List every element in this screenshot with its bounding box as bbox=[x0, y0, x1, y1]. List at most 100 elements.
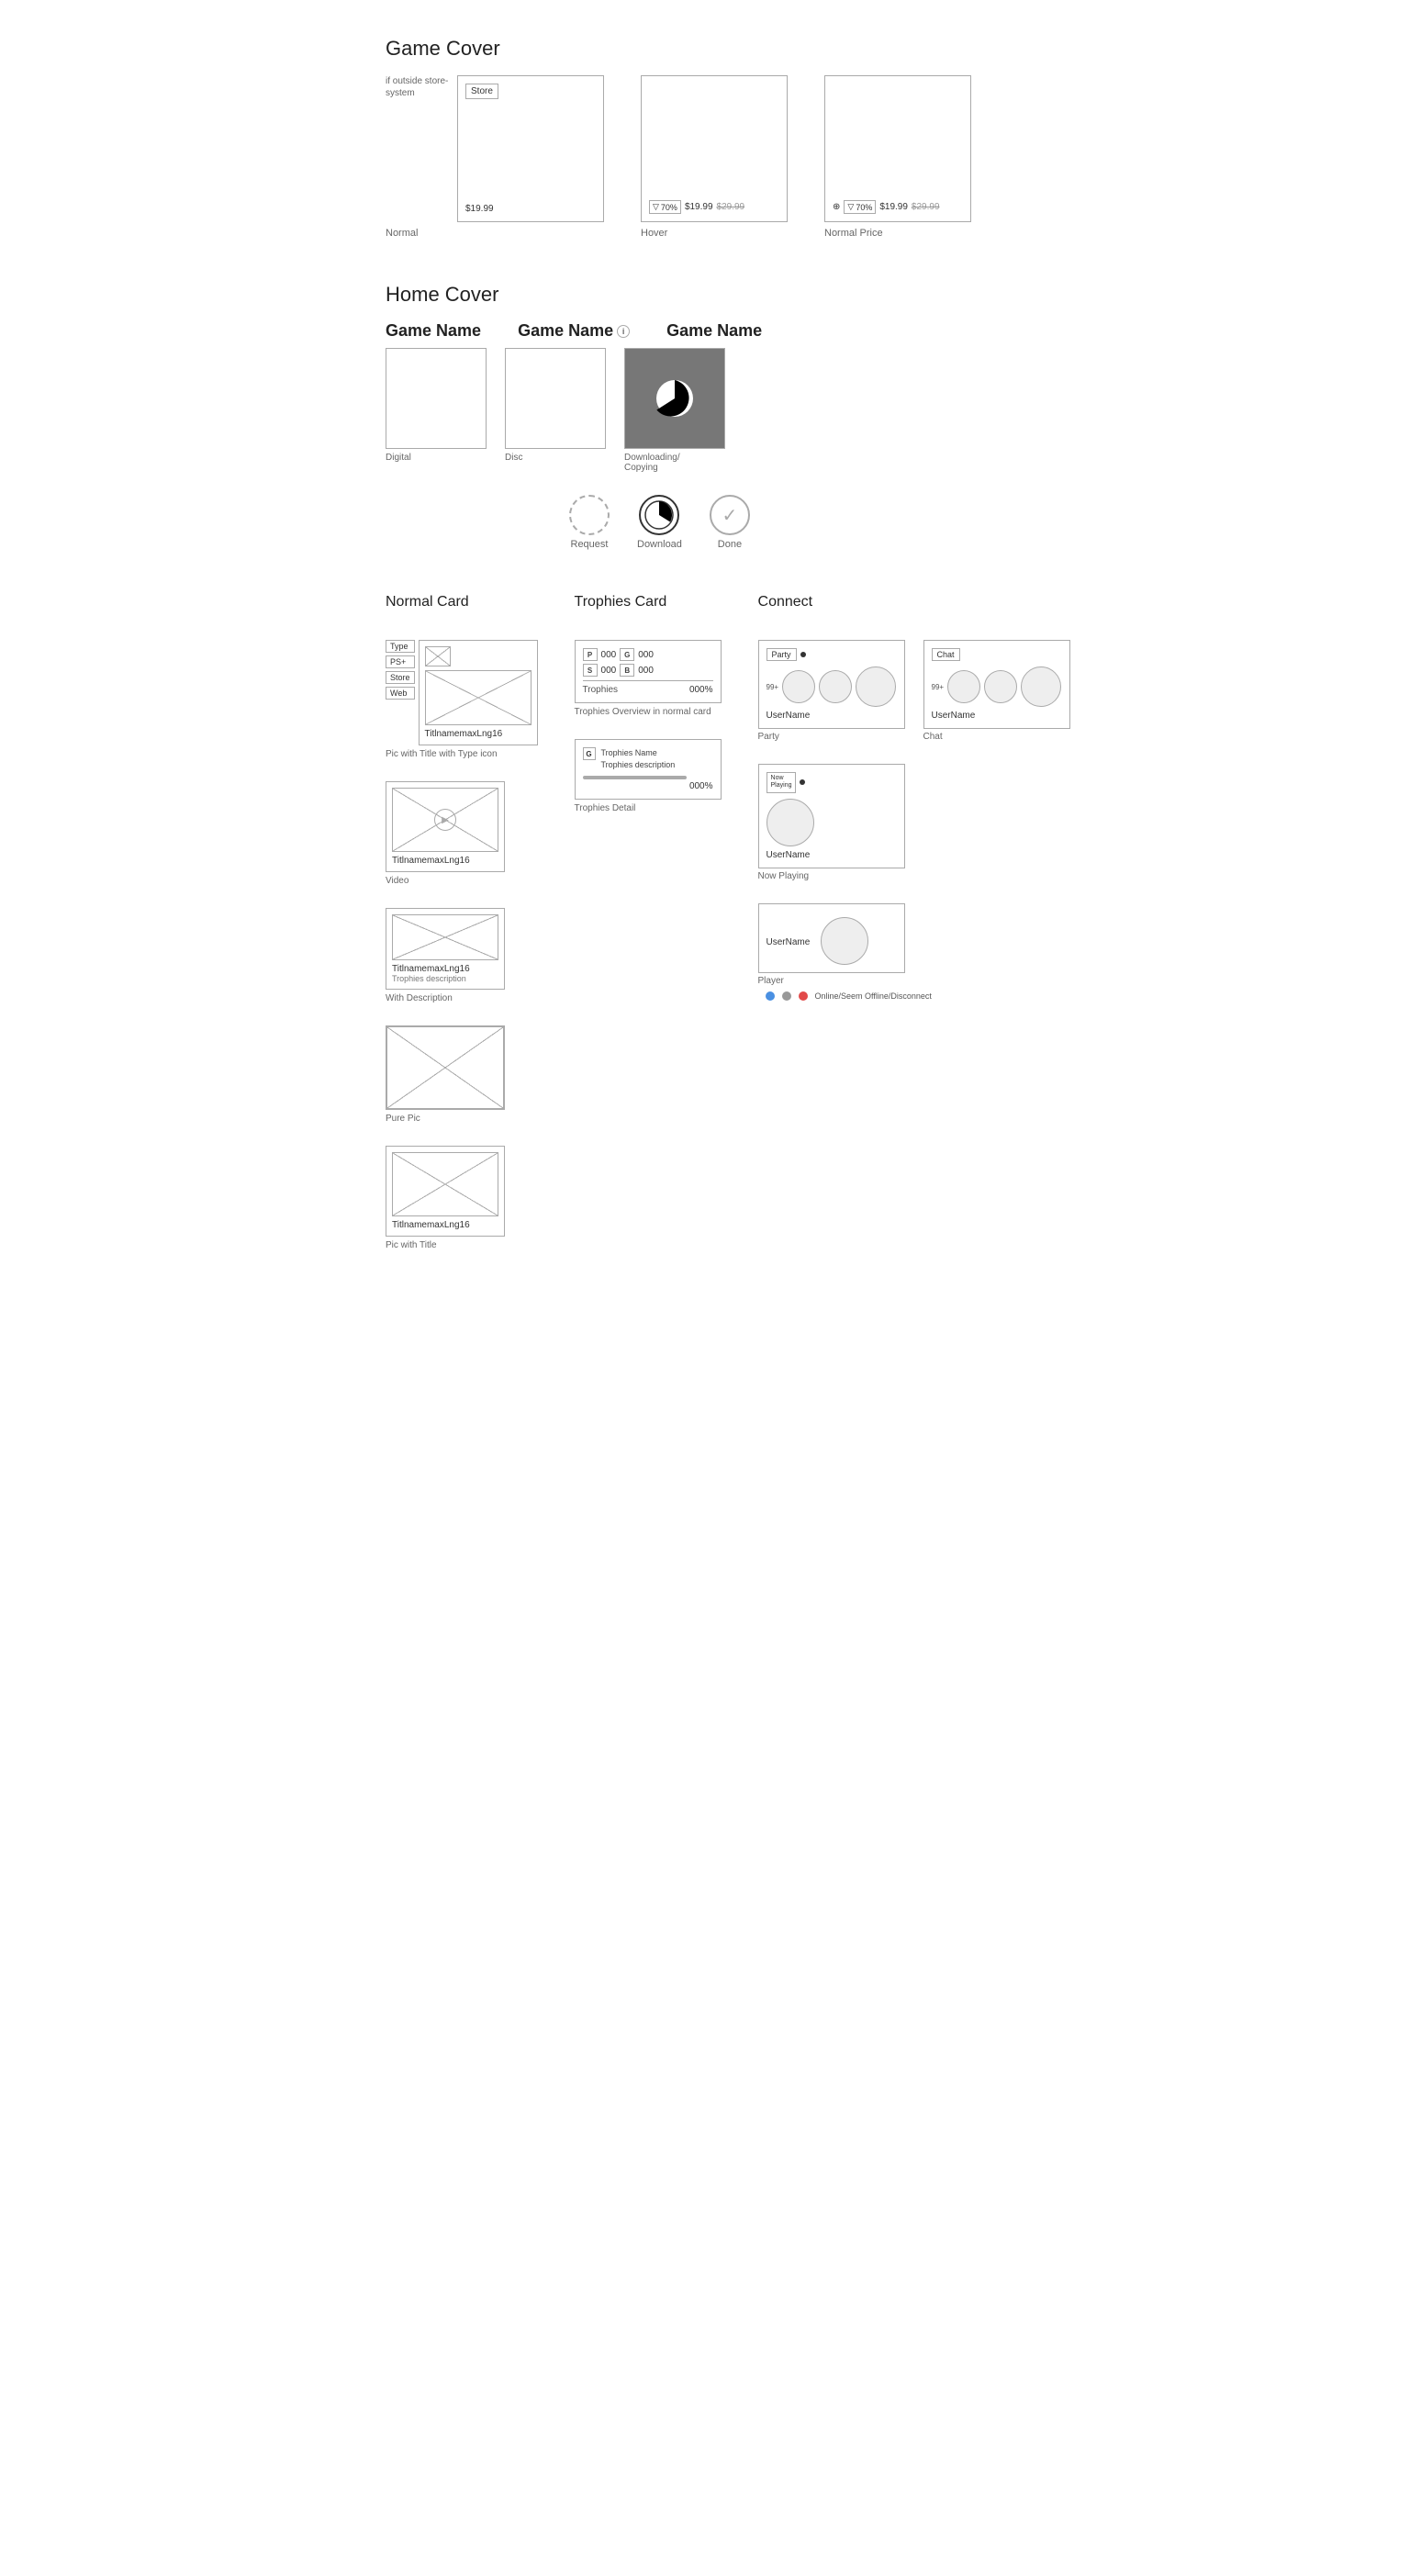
player-card: UserName bbox=[758, 903, 905, 973]
chat-count: 99+ bbox=[932, 683, 945, 691]
seem-offline-dot bbox=[782, 991, 791, 1001]
video-card-img: ▶ bbox=[392, 788, 498, 852]
video-title: TitlnamemaxLng16 bbox=[392, 856, 470, 866]
pic-title-card: TitlnamemaxLng16 bbox=[386, 1146, 505, 1237]
trophy-label: Trophies bbox=[583, 685, 619, 695]
type-labels: Type PS+ Store Web bbox=[386, 640, 415, 700]
card-title-row: TitlnamemaxLng16 bbox=[425, 729, 532, 739]
gift-icon: ⊕ bbox=[833, 202, 840, 212]
pic-title-img bbox=[392, 1152, 498, 1216]
now-playing-avatars bbox=[767, 799, 897, 846]
normal-price-caption: Normal Price bbox=[824, 228, 883, 239]
request-circle bbox=[569, 495, 610, 535]
chat-avatar-1 bbox=[947, 670, 980, 703]
trophy-sb-row: S 000 B 000 bbox=[583, 664, 713, 677]
party-dot bbox=[800, 652, 806, 657]
digital-group: Digital bbox=[386, 348, 487, 463]
connect-title: Connect bbox=[758, 594, 1070, 610]
play-button[interactable]: ▶ bbox=[434, 809, 456, 831]
hover-price-bar: ▽ 70% $19.99 $29.99 bbox=[649, 200, 744, 214]
now-playing-group: Now Playing UserName Now Playing bbox=[758, 764, 1070, 881]
trophies-detail-caption: Trophies Detail bbox=[575, 803, 722, 813]
download-label: Download bbox=[637, 539, 682, 550]
trophy-p-badge: P bbox=[583, 648, 598, 661]
hover-caption: Hover bbox=[641, 228, 667, 239]
trophy-b-count: 000 bbox=[638, 666, 654, 676]
cover-normal-group: if outside store-system Store $19.99 Nor… bbox=[386, 75, 604, 239]
desc-title-row: TitlnamemaxLng16 bbox=[392, 964, 498, 974]
status-icons-row: Request Download ✓ Done bbox=[569, 495, 1024, 550]
type-label: Type bbox=[386, 640, 415, 653]
video-caption: Video bbox=[386, 876, 538, 886]
party-caption: Party bbox=[758, 732, 905, 742]
trophy-g-count: 000 bbox=[638, 650, 654, 660]
party-username: UserName bbox=[767, 711, 897, 721]
connect-column: Connect Party 99+ bbox=[758, 594, 1070, 1001]
chat-header: Chat bbox=[932, 648, 1062, 661]
home-game-name-2: Game Name bbox=[518, 321, 613, 341]
web-label: Web bbox=[386, 687, 415, 700]
chat-caption: Chat bbox=[923, 732, 1070, 742]
disconnect-dot bbox=[799, 991, 808, 1001]
desc-title: TitlnamemaxLng16 bbox=[392, 964, 470, 974]
disc-group: Disc bbox=[505, 348, 606, 463]
home-game-name-1: Game Name bbox=[386, 321, 481, 341]
trophy-detail-desc: Trophies description bbox=[601, 759, 676, 771]
now-playing-avatar bbox=[767, 799, 814, 846]
normal-price-bar: $19.99 bbox=[465, 204, 494, 214]
now-playing-card: Now Playing UserName bbox=[758, 764, 905, 868]
chat-card: Chat 99+ UserName bbox=[923, 640, 1070, 729]
hover-discount-badge: ▽ 70% bbox=[649, 200, 681, 214]
trophies-card-title: Trophies Card bbox=[575, 594, 722, 610]
party-avatars: 99+ bbox=[767, 666, 897, 707]
chat-label: Chat bbox=[932, 648, 960, 661]
small-thumb bbox=[425, 646, 451, 666]
hover-price: $19.99 bbox=[685, 202, 713, 212]
online-dot bbox=[766, 991, 775, 1001]
trophies-detail-card: G Trophies Name Trophies description 000… bbox=[575, 739, 722, 800]
player-username: UserName bbox=[767, 937, 811, 947]
trophy-detail-g-badge: G bbox=[583, 747, 596, 760]
trophy-b-badge: B bbox=[620, 664, 634, 677]
normal-price-price: $19.99 bbox=[879, 202, 908, 212]
now-playing-dot bbox=[800, 779, 805, 785]
trophies-detail-group: G Trophies Name Trophies description 000… bbox=[575, 739, 722, 813]
party-avatar-1 bbox=[782, 670, 815, 703]
trophy-footer: Trophies 000% bbox=[583, 685, 713, 695]
trophy-g-badge: G bbox=[620, 648, 634, 661]
party-count: 99+ bbox=[767, 683, 779, 691]
pic-title-caption: Pic with Title bbox=[386, 1240, 538, 1250]
disc-box bbox=[505, 348, 606, 449]
ps-label: PS+ bbox=[386, 655, 415, 668]
pure-pic-img bbox=[386, 1026, 504, 1109]
game-cover-section: Game Cover if outside store-system Store… bbox=[386, 37, 1024, 239]
game-cover-title: Game Cover bbox=[386, 37, 1024, 61]
trophy-name-desc-group: Trophies Name Trophies description bbox=[601, 747, 676, 770]
card-header-img bbox=[425, 646, 532, 666]
request-label: Request bbox=[571, 539, 609, 550]
party-card: Party 99+ UserName bbox=[758, 640, 905, 729]
trophies-card-column: Trophies Card P 000 G 000 S 000 B 000 bbox=[575, 594, 722, 813]
pure-pic-group: Pure Pic bbox=[386, 1025, 538, 1124]
player-status-row: Online/Seem Offline/Disconnect bbox=[758, 991, 1070, 1001]
pure-pic-caption: Pure Pic bbox=[386, 1114, 538, 1124]
trophies-overview-caption: Trophies Overview in normal card bbox=[575, 707, 722, 717]
player-avatar bbox=[821, 917, 868, 965]
trophy-percent: 000% bbox=[689, 685, 713, 695]
cards-main-row: Normal Card Type PS+ Store Web bbox=[386, 594, 1024, 1250]
home-names-row: Game Name Game Name i Game Name bbox=[386, 321, 1024, 341]
now-playing-header: Now Playing bbox=[767, 772, 897, 793]
party-group: Party 99+ UserName Party bbox=[758, 640, 905, 742]
hover-discount-pct: 70% bbox=[661, 203, 677, 212]
cover-hover-group: ▽ 70% $19.99 $29.99 Hover bbox=[641, 75, 788, 239]
trophy-s-badge: S bbox=[583, 664, 598, 677]
with-desc-group: TitlnamemaxLng16 Trophies description Wi… bbox=[386, 908, 538, 1003]
now-playing-caption: Now Playing bbox=[758, 871, 1070, 881]
trophies-overview-group: P 000 G 000 S 000 B 000 Trophies 000% bbox=[575, 640, 722, 717]
downloading-group: Downloading/ Copying bbox=[624, 348, 725, 473]
download-icon-group: Download bbox=[637, 495, 682, 550]
party-header: Party bbox=[767, 648, 897, 661]
with-desc-card: TitlnamemaxLng16 Trophies description bbox=[386, 908, 505, 990]
pic-title-type-group: Type PS+ Store Web TitlnamemaxLng bbox=[386, 640, 538, 759]
now-playing-username: UserName bbox=[767, 850, 897, 860]
